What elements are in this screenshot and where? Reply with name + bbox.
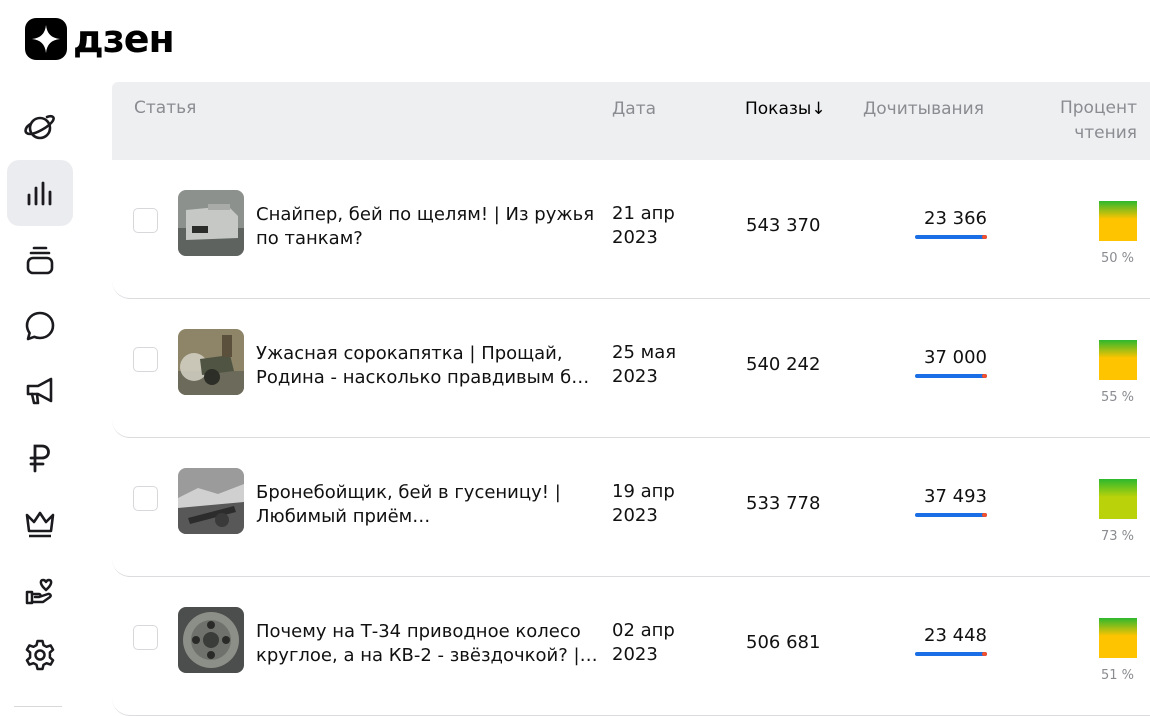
header-percent[interactable]: Процент чтения [1037,96,1137,146]
header-reads[interactable]: Дочитывания [863,99,984,119]
date-day: 19 апр [612,481,675,502]
row-checkbox[interactable] [133,625,158,650]
sort-desc-icon: ↓ [811,99,826,119]
header-percent-line1: Процент [1059,98,1137,118]
article-reads: 23 448 [924,625,987,646]
sidebar-divider [14,706,62,707]
sidebar-item-publications[interactable] [7,227,73,293]
date-day: 02 апр [612,620,675,641]
logo-text: дзен [73,17,175,61]
stats-icon [27,181,52,206]
sidebar-item-settings[interactable] [7,622,73,688]
megaphone-icon [26,377,53,405]
read-percent: 50 % [1100,251,1134,266]
sidebar-item-monetization[interactable] [7,425,73,491]
articles-table: Статья Дата Показы↓ Дочитывания Процент … [112,82,1150,716]
article-views: 533 778 [746,493,821,514]
article-title[interactable]: Снайпер, бей по щелям! | Из ружья по тан… [256,203,601,251]
date-year: 2023 [612,227,658,248]
header-views-label: Показы [745,99,812,119]
article-title[interactable]: Почему на Т-34 приводное колесо круглое,… [256,620,601,668]
hand-heart-icon [25,578,53,605]
sidebar-item-promotion[interactable] [7,358,73,424]
article-views: 540 242 [746,354,821,375]
article-date: 02 апр 2023 [612,619,702,667]
dzen-logo[interactable]: дзен [25,17,175,61]
article-thumbnail[interactable] [178,607,244,673]
reads-progress-bar [915,374,987,378]
read-percent: 51 % [1100,668,1134,683]
dzen-star-icon [25,18,67,60]
reads-progress-bar [915,652,987,656]
article-date: 25 мая 2023 [612,341,702,389]
date-day: 25 мая [612,342,677,363]
article-date: 19 апр 2023 [612,480,702,528]
row-checkbox[interactable] [133,486,158,511]
header-percent-line2: чтения [1074,123,1137,143]
row-checkbox[interactable] [133,347,158,372]
header-date[interactable]: Дата [612,99,656,119]
article-views: 543 370 [746,215,821,236]
table-row[interactable]: Ужасная сорокапятка | Прощай, Родина - н… [112,299,1150,438]
read-percent-indicator [1099,340,1137,380]
date-year: 2023 [612,366,658,387]
table-row[interactable]: Бронебойщик, бей в гусеницу! | Любимый п… [112,438,1150,577]
ruble-icon [29,444,50,473]
table-row[interactable]: Снайпер, бей по щелям! | Из ружья по тан… [112,160,1150,299]
article-date: 21 апр 2023 [612,202,702,250]
table-row[interactable]: Почему на Т-34 приводное колесо круглое,… [112,577,1150,716]
layers-icon [26,246,54,275]
read-percent-indicator [1099,618,1137,658]
article-reads: 23 366 [924,208,987,229]
crown-icon [25,511,55,538]
article-reads: 37 000 [924,347,987,368]
planet-icon [24,114,55,140]
sidebar-item-feed[interactable] [7,95,73,161]
date-year: 2023 [612,644,658,665]
reads-progress-bar [915,513,987,517]
sidebar-item-statistics[interactable] [7,160,73,226]
header-article[interactable]: Статья [134,98,196,118]
comment-icon [25,311,55,341]
read-percent-indicator [1099,479,1137,519]
gear-icon [25,639,55,671]
article-title[interactable]: Бронебойщик, бей в гусеницу! | Любимый п… [256,481,601,529]
date-year: 2023 [612,505,658,526]
date-day: 21 апр [612,203,675,224]
header-views[interactable]: Показы↓ [745,99,826,119]
read-percent: 55 % [1100,390,1134,405]
sidebar-item-donations[interactable] [7,557,73,623]
article-thumbnail[interactable] [178,190,244,256]
article-title[interactable]: Ужасная сорокапятка | Прощай, Родина - н… [256,342,601,390]
article-thumbnail[interactable] [178,329,244,395]
read-percent: 73 % [1100,529,1134,544]
sidebar-item-premium[interactable] [7,490,73,556]
row-checkbox[interactable] [133,208,158,233]
sidebar-item-comments[interactable] [7,293,73,359]
article-thumbnail[interactable] [178,468,244,534]
article-reads: 37 493 [924,486,987,507]
table-header: Статья Дата Показы↓ Дочитывания Процент … [112,82,1150,160]
reads-progress-bar [915,235,987,239]
read-percent-indicator [1099,201,1137,241]
article-views: 506 681 [746,632,821,653]
